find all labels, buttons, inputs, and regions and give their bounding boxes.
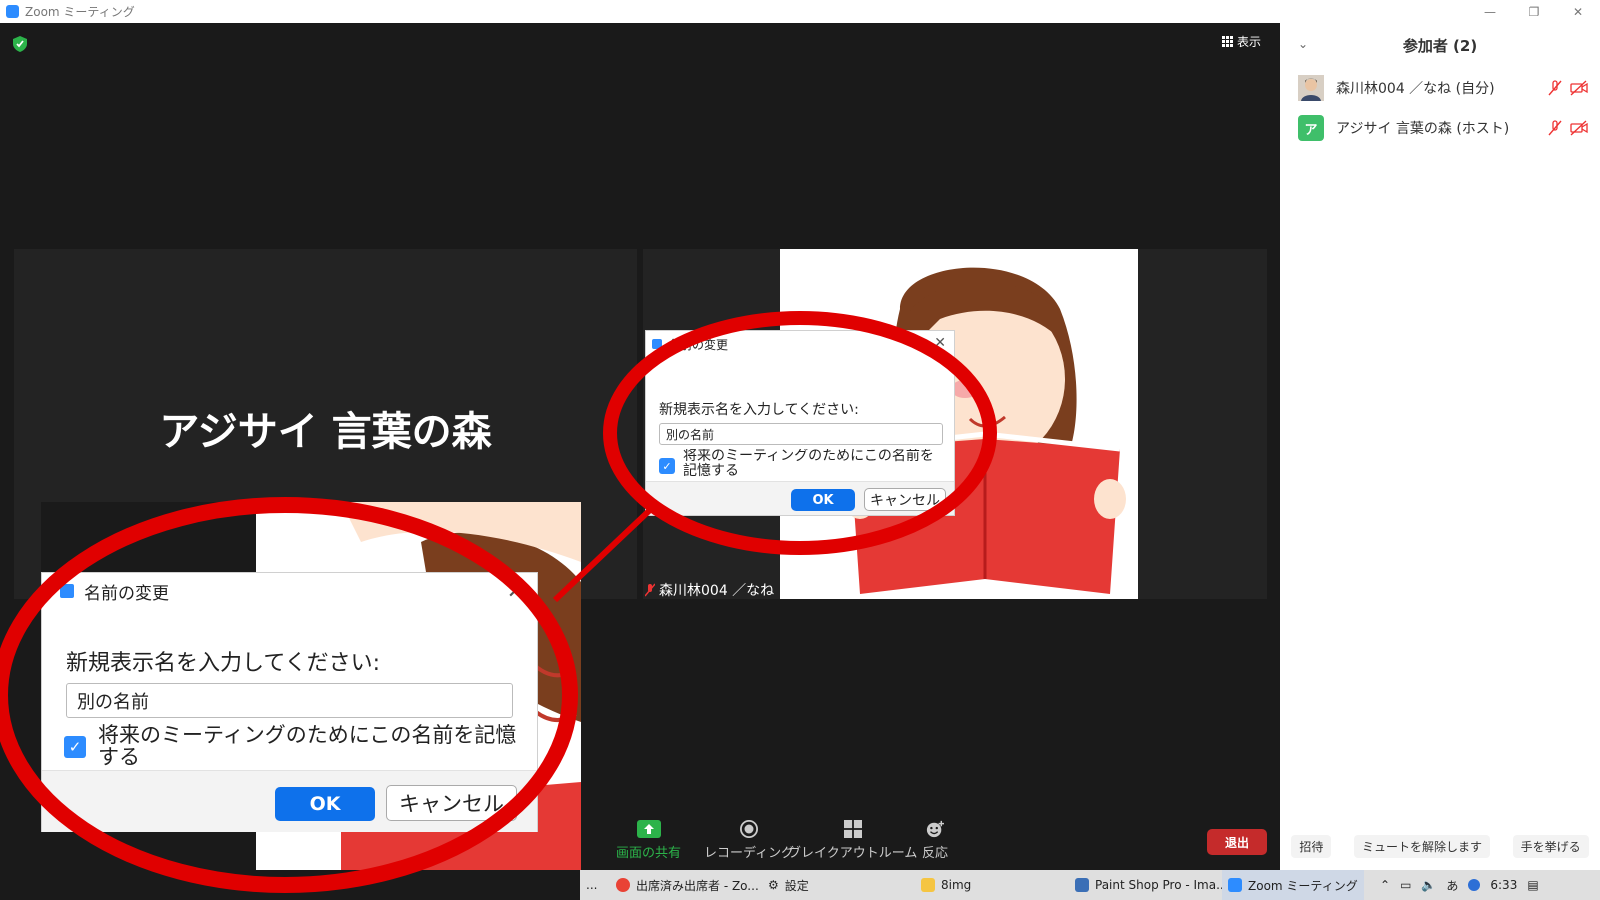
folder-icon [921, 878, 935, 892]
taskbar-item-label: Zoom ミーティング [1248, 878, 1358, 893]
notification-icon[interactable]: ▤ [1527, 878, 1538, 892]
avatar: ア [1298, 115, 1324, 141]
ime-indicator[interactable]: あ [1446, 877, 1458, 894]
participant-status-icons [1548, 120, 1588, 136]
invite-button[interactable]: 招待 [1291, 835, 1332, 858]
paint-shop-pro-icon [1075, 878, 1089, 892]
share-screen-button[interactable]: 画面の共有 [616, 820, 681, 861]
muted-mic-icon[interactable] [1548, 120, 1562, 136]
chevron-up-icon[interactable]: ⌃ [1380, 878, 1390, 892]
taskbar-item-label: ... [586, 878, 598, 892]
breakout-rooms-button[interactable]: ブレイクアウトルーム [788, 820, 917, 861]
share-screen-label: 画面の共有 [616, 846, 682, 861]
participants-title: 参加者 (2) [1402, 37, 1478, 55]
taskbar-item-label: 出席済み出席者 - Zo... [636, 878, 759, 893]
annotation-connector [552, 507, 653, 603]
avatar [1298, 75, 1324, 101]
gear-icon: ⚙ [768, 878, 779, 892]
breakout-rooms-icon [843, 820, 862, 838]
participants-panel: ⌄ 参加者 (2) 森川林004 ／なね (自分) ア アジサイ 言葉の森 (ホ… [1280, 23, 1600, 870]
taskbar: ... 出席済み出席者 - Zo... ⚙ 設定 8img Paint Shop… [580, 870, 1600, 900]
recording-label: レコーディング [704, 846, 795, 861]
taskbar-item-folder[interactable]: 8img [915, 870, 977, 900]
zoom-window: Zoom ミーティング — ❐ ✕ 表示 アジサイ 言葉の森 森川林004 ／な… [0, 0, 1600, 900]
meeting-toolbar: 画面の共有 レコーディング ブレイクアウトルーム 反応 退出 [0, 815, 1280, 870]
participant-name: 森川林004 ／なね (自分) [1336, 81, 1495, 97]
participant-row[interactable]: 森川林004 ／なね (自分) [1298, 73, 1588, 103]
video-off-icon[interactable] [1570, 120, 1588, 136]
share-screen-icon [636, 820, 661, 838]
system-tray: ⌃ ▭ 🔈 あ 6:33 ▤ [1380, 870, 1539, 900]
participants-footer: 招待 ミュートを解除します 手を挙げる [1280, 835, 1600, 858]
chrome-icon [616, 878, 630, 892]
participant-name: アジサイ 言葉の森 (ホスト) [1336, 121, 1510, 137]
leave-button[interactable]: 退出 [1207, 829, 1267, 855]
taskbar-item[interactable]: ... [580, 870, 603, 900]
reactions-label: 反応 [922, 846, 949, 861]
taskbar-item-chrome[interactable]: 出席済み出席者 - Zo... [610, 870, 765, 900]
taskbar-item-label: 8img [941, 878, 972, 892]
zoom-app-icon [1228, 878, 1242, 892]
muted-mic-icon[interactable] [1548, 80, 1562, 96]
breakout-rooms-label: ブレイクアウトルーム [788, 846, 918, 861]
emoji-icon [926, 820, 944, 838]
participant-row[interactable]: ア アジサイ 言葉の森 (ホスト) [1298, 113, 1588, 143]
reactions-button[interactable]: 反応 [922, 820, 948, 861]
annotation-circle-small [603, 311, 997, 555]
onedrive-icon[interactable] [1468, 879, 1481, 891]
raise-hand-button[interactable]: 手を挙げる [1512, 835, 1589, 858]
taskbar-item-settings[interactable]: ⚙ 設定 [762, 870, 815, 900]
recording-button[interactable]: レコーディング [704, 820, 794, 861]
clock[interactable]: 6:33 [1490, 878, 1517, 892]
record-icon [740, 820, 759, 838]
taskbar-item-label: 設定 [784, 878, 809, 893]
video-off-icon[interactable] [1570, 80, 1588, 96]
taskbar-item-paintshop[interactable]: Paint Shop Pro - Ima... [1069, 870, 1234, 900]
participant-status-icons [1548, 80, 1588, 96]
volume-icon[interactable]: 🔈 [1421, 878, 1436, 892]
user-photo [1298, 75, 1324, 101]
network-icon[interactable]: ▭ [1400, 878, 1411, 892]
unmute-all-button[interactable]: ミュートを解除します [1353, 835, 1490, 858]
taskbar-item-label: Paint Shop Pro - Ima... [1095, 878, 1228, 892]
taskbar-item-zoom[interactable]: Zoom ミーティング [1222, 870, 1364, 900]
